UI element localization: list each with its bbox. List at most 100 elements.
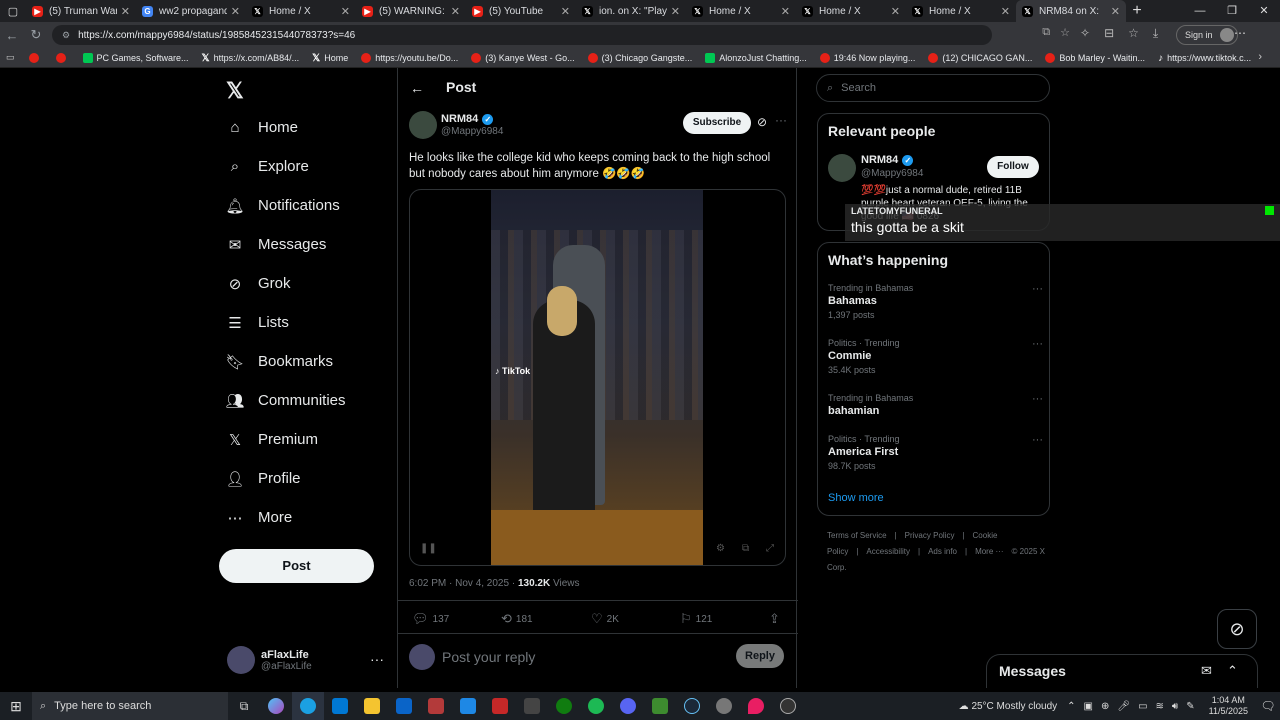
bookmark-item[interactable]: ♪ https://www.tiktok.c... — [1158, 53, 1251, 64]
footer-link[interactable]: Privacy Policy — [905, 531, 955, 540]
pip-icon[interactable]: ⧉ — [742, 543, 749, 554]
close-tab-icon[interactable]: ✕ — [231, 5, 240, 18]
browser-tab[interactable]: Gww2 propaganda je ✕ — [136, 0, 246, 22]
close-tab-icon[interactable]: ✕ — [561, 5, 570, 18]
compose-post-button[interactable]: Post — [219, 549, 374, 583]
reply-input[interactable]: Post your reply — [442, 649, 535, 665]
spotify-icon[interactable] — [580, 692, 612, 720]
nav-item-messages[interactable]: ✉ Messages — [222, 225, 346, 264]
subscribe-button[interactable]: Subscribe — [683, 112, 751, 134]
post-timestamp[interactable]: 6:02 PM · Nov 4, 2025 · 130.2K Views — [409, 578, 579, 589]
bookmark-item[interactable] — [28, 52, 43, 63]
expand-chevron-icon[interactable]: ⌃ — [1227, 663, 1238, 679]
copilot-icon[interactable] — [260, 692, 292, 720]
nav-item-bookmarks[interactable]: 🔖︎ Bookmarks — [222, 342, 346, 381]
bookmark-item[interactable]: PC Games, Software... — [82, 52, 189, 63]
browser-tab[interactable]: ▶ (5) Truman Warns J ✕ — [26, 0, 136, 22]
app-icon-circle[interactable] — [772, 692, 804, 720]
pen-icon[interactable]: ✎ — [1186, 701, 1194, 712]
browser-tab[interactable]: ▶ (5) YouTube ✕ — [466, 0, 576, 22]
messages-drawer[interactable]: Messages ✉ ⌃ — [986, 654, 1258, 688]
install-app-icon[interactable]: ⧉ — [1042, 26, 1050, 39]
nav-item-grok[interactable]: ⊘ Grok — [222, 264, 346, 303]
bookmark-item[interactable]: 𝕏https://x.com/AB84/... — [202, 53, 300, 64]
maps-pin-icon[interactable] — [740, 692, 772, 720]
app-icon-mega[interactable] — [484, 692, 516, 720]
close-tab-icon[interactable]: ✕ — [451, 5, 460, 18]
x-logo-icon[interactable]: 𝕏 — [226, 78, 244, 104]
show-hidden-icons[interactable]: ⌃ — [1067, 701, 1075, 712]
trend-item[interactable]: Politics · Trending Commie 35.4K posts ··· — [828, 338, 1043, 375]
bookmark-item[interactable]: https://youtu.be/Do... — [361, 52, 458, 63]
nav-item-communities[interactable]: 👥︎ Communities — [222, 381, 345, 420]
bookmark-button[interactable]: ⚐ 121 — [680, 611, 712, 627]
close-tab-icon[interactable]: ✕ — [121, 5, 130, 18]
search-input[interactable]: ⌕ Search — [816, 74, 1050, 102]
relevant-name[interactable]: NRM84 ✓ — [861, 154, 914, 166]
download-icon[interactable]: ⤓ — [1153, 26, 1158, 41]
tab-actions-button[interactable]: ▢ — [0, 0, 26, 22]
site-info-icon[interactable]: ⚙ — [62, 30, 70, 41]
account-more-icon[interactable]: ··· — [370, 651, 384, 667]
footer-link[interactable]: Accessibility — [866, 547, 910, 556]
bookmark-star-icon[interactable]: ☆ — [1060, 26, 1070, 39]
nav-item-profile[interactable]: 👤︎ Profile — [222, 459, 346, 498]
app-icon-shield[interactable] — [708, 692, 740, 720]
battery-icon[interactable]: ▭ — [1138, 701, 1147, 712]
file-explorer-icon[interactable] — [356, 692, 388, 720]
close-tab-icon[interactable]: ✕ — [671, 5, 680, 18]
discord-icon[interactable] — [612, 692, 644, 720]
browser-tab[interactable]: 𝕏ion. on X: "Playboi ✕ — [576, 0, 686, 22]
like-button[interactable]: ♡ 2K — [591, 611, 619, 627]
bookmark-item[interactable] — [55, 52, 70, 63]
grok-explain-icon[interactable]: ⊘ — [757, 115, 767, 129]
back-arrow-icon[interactable]: ← — [410, 80, 424, 96]
microphone-icon[interactable]: 🎤︎ — [1117, 701, 1130, 712]
bookmark-item[interactable]: 𝕏 Home — [312, 53, 348, 64]
favorites-icon[interactable]: ☆ — [1128, 26, 1139, 41]
author-handle[interactable]: @Mappy6984 — [441, 126, 503, 137]
fullscreen-icon[interactable]: ⤢ — [766, 543, 774, 554]
trend-more-icon[interactable]: ··· — [1032, 283, 1043, 295]
new-message-icon[interactable]: ✉ — [1201, 663, 1212, 679]
camera-icon[interactable]: ▣ — [1084, 701, 1093, 712]
close-window-button[interactable]: ✕ — [1248, 0, 1280, 22]
close-tab-icon[interactable]: ✕ — [891, 5, 900, 18]
nav-item-premium[interactable]: 𝕏 Premium — [222, 420, 346, 459]
app-icon-red[interactable] — [420, 692, 452, 720]
new-tab-button[interactable]: + — [1126, 2, 1148, 20]
address-bar[interactable]: ⚙ https://x.com/mappy6984/status/1985845… — [52, 25, 992, 45]
browser-tab[interactable]: 𝕏 Home / X ✕ — [906, 0, 1016, 22]
nav-item-home[interactable]: ⌂ Home — [222, 108, 346, 147]
follow-button[interactable]: Follow — [987, 156, 1039, 178]
apps-icon[interactable]: ▭ — [6, 52, 15, 63]
wifi-icon[interactable]: ≋ — [1156, 701, 1164, 712]
taskbar-search[interactable]: ⌕ Type here to search — [32, 692, 228, 720]
maximize-button[interactable]: ❐ — [1216, 0, 1248, 22]
reply-submit-button[interactable]: Reply — [736, 644, 784, 668]
trend-more-icon[interactable]: ··· — [1032, 338, 1043, 350]
nav-item-notifications[interactable]: 🔔︎ Notifications — [222, 186, 346, 225]
trend-item[interactable]: Politics · Trending America First 98.7K po… — [828, 434, 1043, 471]
sign-in-button[interactable]: Sign in — [1176, 25, 1238, 45]
account-switcher[interactable]: aFlaxLife @aFlaxLife — [227, 646, 312, 674]
xbox-icon[interactable] — [548, 692, 580, 720]
close-tab-icon[interactable]: ✕ — [1001, 5, 1010, 18]
nav-item-explore[interactable]: ⌕ Explore — [222, 147, 346, 186]
share-button[interactable]: ⇪ — [769, 611, 784, 627]
browser-menu-icon[interactable]: ⋯ — [1234, 26, 1246, 40]
bookmarks-overflow-icon[interactable]: › — [1258, 51, 1262, 63]
windows-start-icon[interactable]: ⊞ — [0, 698, 32, 715]
browser-tab[interactable]: 𝕏 Home / X ✕ — [686, 0, 796, 22]
settings-icon[interactable]: ⚙ — [716, 543, 725, 554]
extensions-icon[interactable]: ✧ — [1080, 26, 1090, 41]
trend-more-icon[interactable]: ··· — [1032, 393, 1043, 405]
grok-floating-button[interactable]: ⊘ — [1217, 609, 1257, 649]
reload-icon[interactable]: ↻ — [24, 27, 48, 43]
close-tab-icon[interactable]: ✕ — [341, 5, 350, 18]
bookmark-item[interactable]: (3) Kanye West - Go... — [471, 52, 575, 63]
bookmark-item[interactable]: Bob Marley - Waitin... — [1045, 52, 1145, 63]
browser-tab[interactable]: 𝕏 NRM84 on X: ✕ — [1016, 0, 1126, 22]
minimize-button[interactable]: — — [1184, 0, 1216, 22]
bookmark-item[interactable]: (3) Chicago Gangste... — [587, 52, 692, 63]
